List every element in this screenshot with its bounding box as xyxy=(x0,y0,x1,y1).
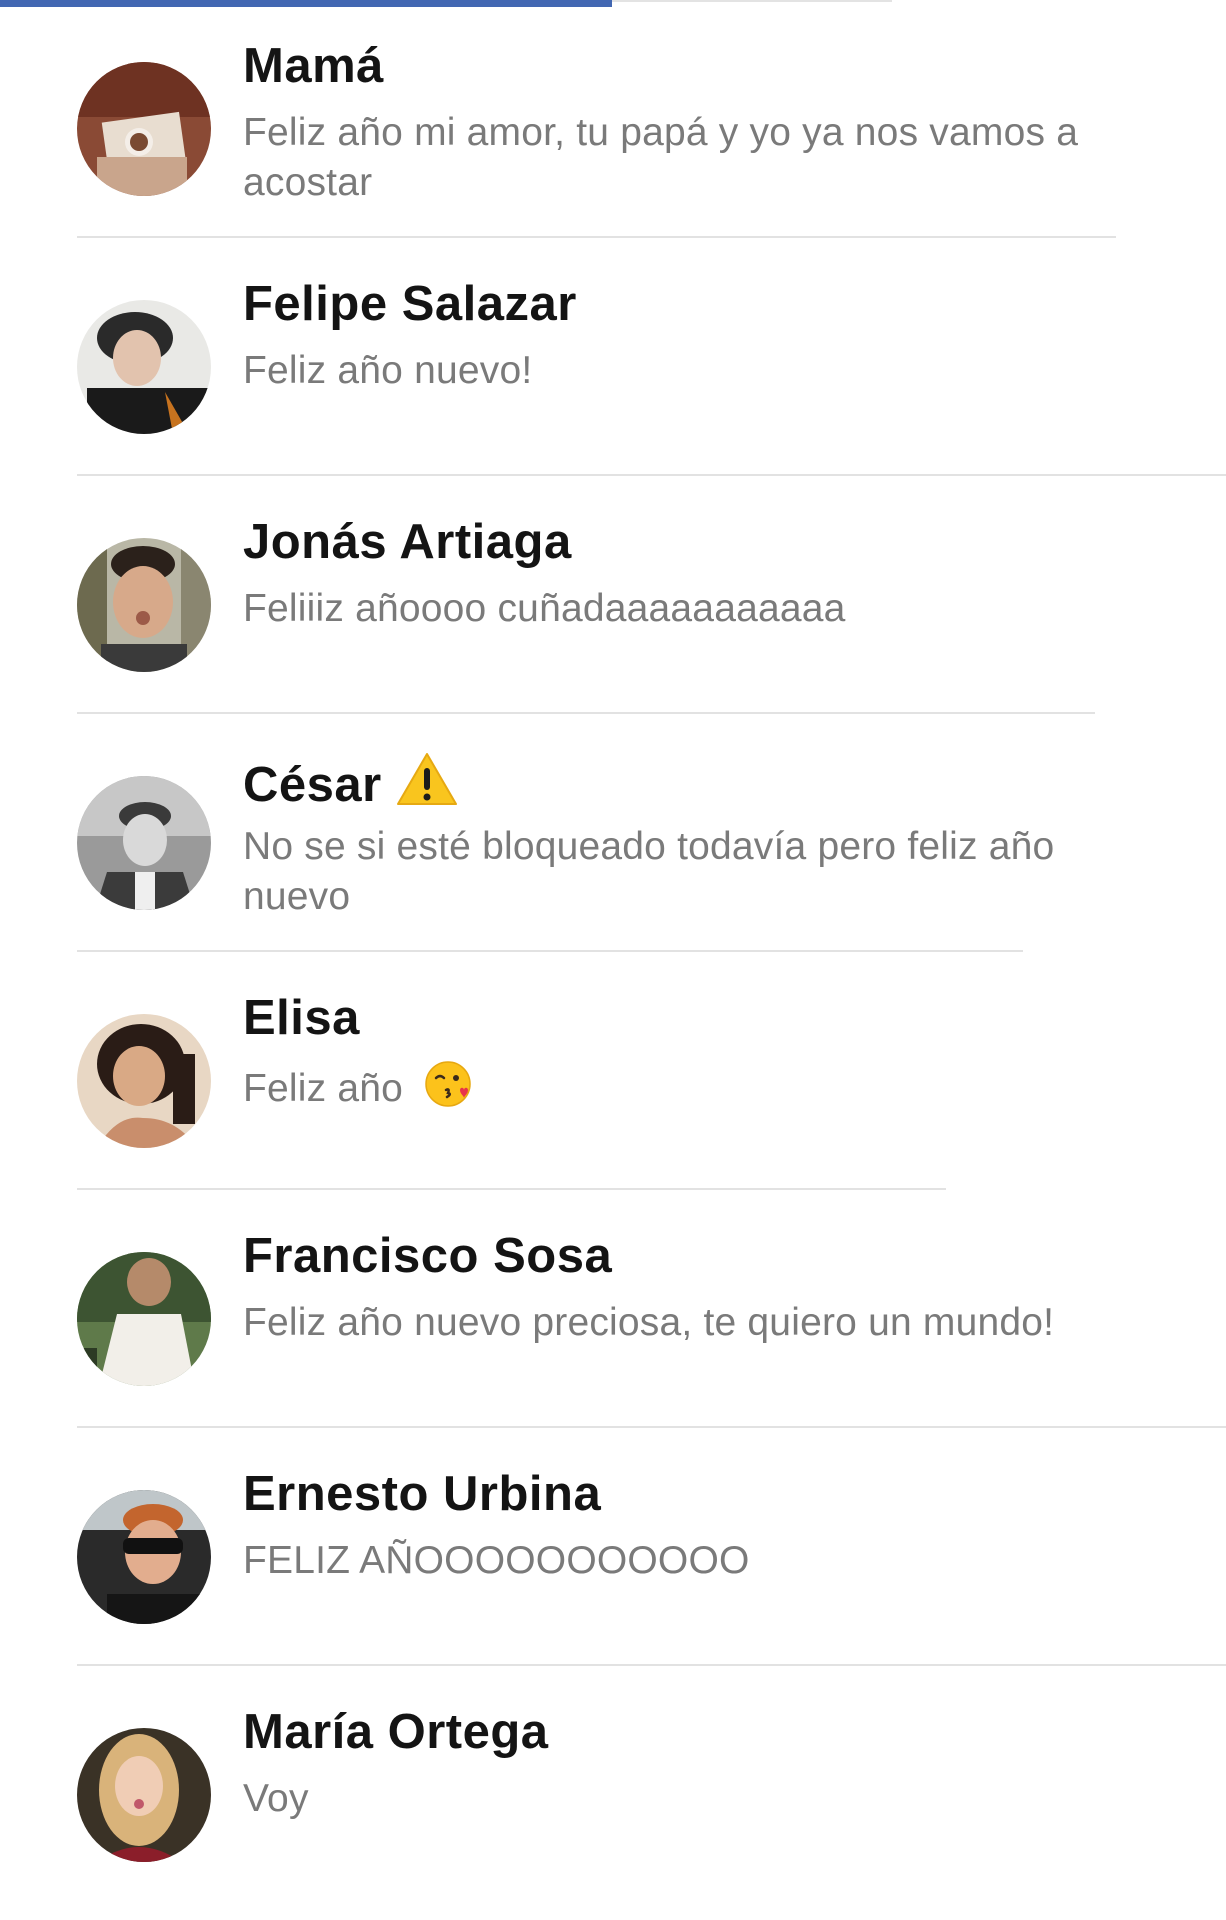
conversation-row-elisa[interactable]: Elisa Feliz año xyxy=(0,952,1226,1190)
message-preview: FELIZ AÑOOOOOOOOOOO xyxy=(243,1539,750,1582)
avatar-photo-icon xyxy=(77,776,211,910)
conversation-row-cesar[interactable]: César No se si esté bloqueado todavía pe… xyxy=(0,714,1226,952)
message-preview: Feliz año nuevo preciosa, te quiero un m… xyxy=(243,1301,1055,1344)
conversation-row-jonas-artiaga[interactable]: Jonás Artiaga Feliiiz añoooo cuñadaaaaaa… xyxy=(0,476,1226,714)
avatar[interactable] xyxy=(77,300,211,434)
message-preview: No se si esté bloqueado todavía pero fel… xyxy=(243,825,1055,918)
conversation-row-francisco-sosa[interactable]: Francisco Sosa Feliz año nuevo preciosa,… xyxy=(0,1190,1226,1428)
conversation-row-mama[interactable]: Mamá Feliz año mi amor, tu papá y yo ya … xyxy=(0,0,1226,238)
avatar[interactable] xyxy=(77,1014,211,1148)
contact-name: Ernesto Urbina xyxy=(243,1467,602,1521)
warning-icon xyxy=(396,752,458,818)
kissing-face-emoji-icon xyxy=(424,1060,472,1121)
message-preview-text: Feliz año xyxy=(243,1066,404,1110)
contact-name-text: César xyxy=(243,758,382,812)
avatar-photo-icon xyxy=(77,300,211,434)
avatar-photo-icon xyxy=(77,1728,211,1862)
message-preview: Feliiiz añoooo cuñadaaaaaaaaaaa xyxy=(243,587,846,630)
avatar-photo-icon xyxy=(77,62,211,196)
avatar[interactable] xyxy=(77,1728,211,1862)
contact-name: Jonás Artiaga xyxy=(243,515,572,569)
avatar[interactable] xyxy=(77,1252,211,1386)
conversation-row-felipe-salazar[interactable]: Felipe Salazar Feliz año nuevo! xyxy=(0,238,1226,476)
message-preview: Voy xyxy=(243,1777,309,1820)
avatar[interactable] xyxy=(77,62,211,196)
message-preview: Feliz año xyxy=(243,1060,1123,1121)
contact-name: Francisco Sosa xyxy=(243,1229,613,1283)
message-preview: Feliz año mi amor, tu papá y yo ya nos v… xyxy=(243,111,1079,204)
contact-name: Felipe Salazar xyxy=(243,277,577,331)
avatar-photo-icon xyxy=(77,538,211,672)
avatar[interactable] xyxy=(77,776,211,910)
contact-name: María Ortega xyxy=(243,1705,549,1759)
avatar[interactable] xyxy=(77,538,211,672)
avatar-photo-icon xyxy=(77,1490,211,1624)
avatar-photo-icon xyxy=(77,1252,211,1386)
conversation-row-maria-ortega[interactable]: María Ortega Voy xyxy=(0,1666,1226,1920)
conversation-row-ernesto-urbina[interactable]: Ernesto Urbina FELIZ AÑOOOOOOOOOOO xyxy=(0,1428,1226,1666)
avatar[interactable] xyxy=(77,1490,211,1624)
contact-name: Elisa xyxy=(243,991,360,1045)
message-preview: Feliz año nuevo! xyxy=(243,349,533,392)
contact-name: César xyxy=(243,752,458,818)
contact-name: Mamá xyxy=(243,39,384,93)
avatar-photo-icon xyxy=(77,1014,211,1148)
